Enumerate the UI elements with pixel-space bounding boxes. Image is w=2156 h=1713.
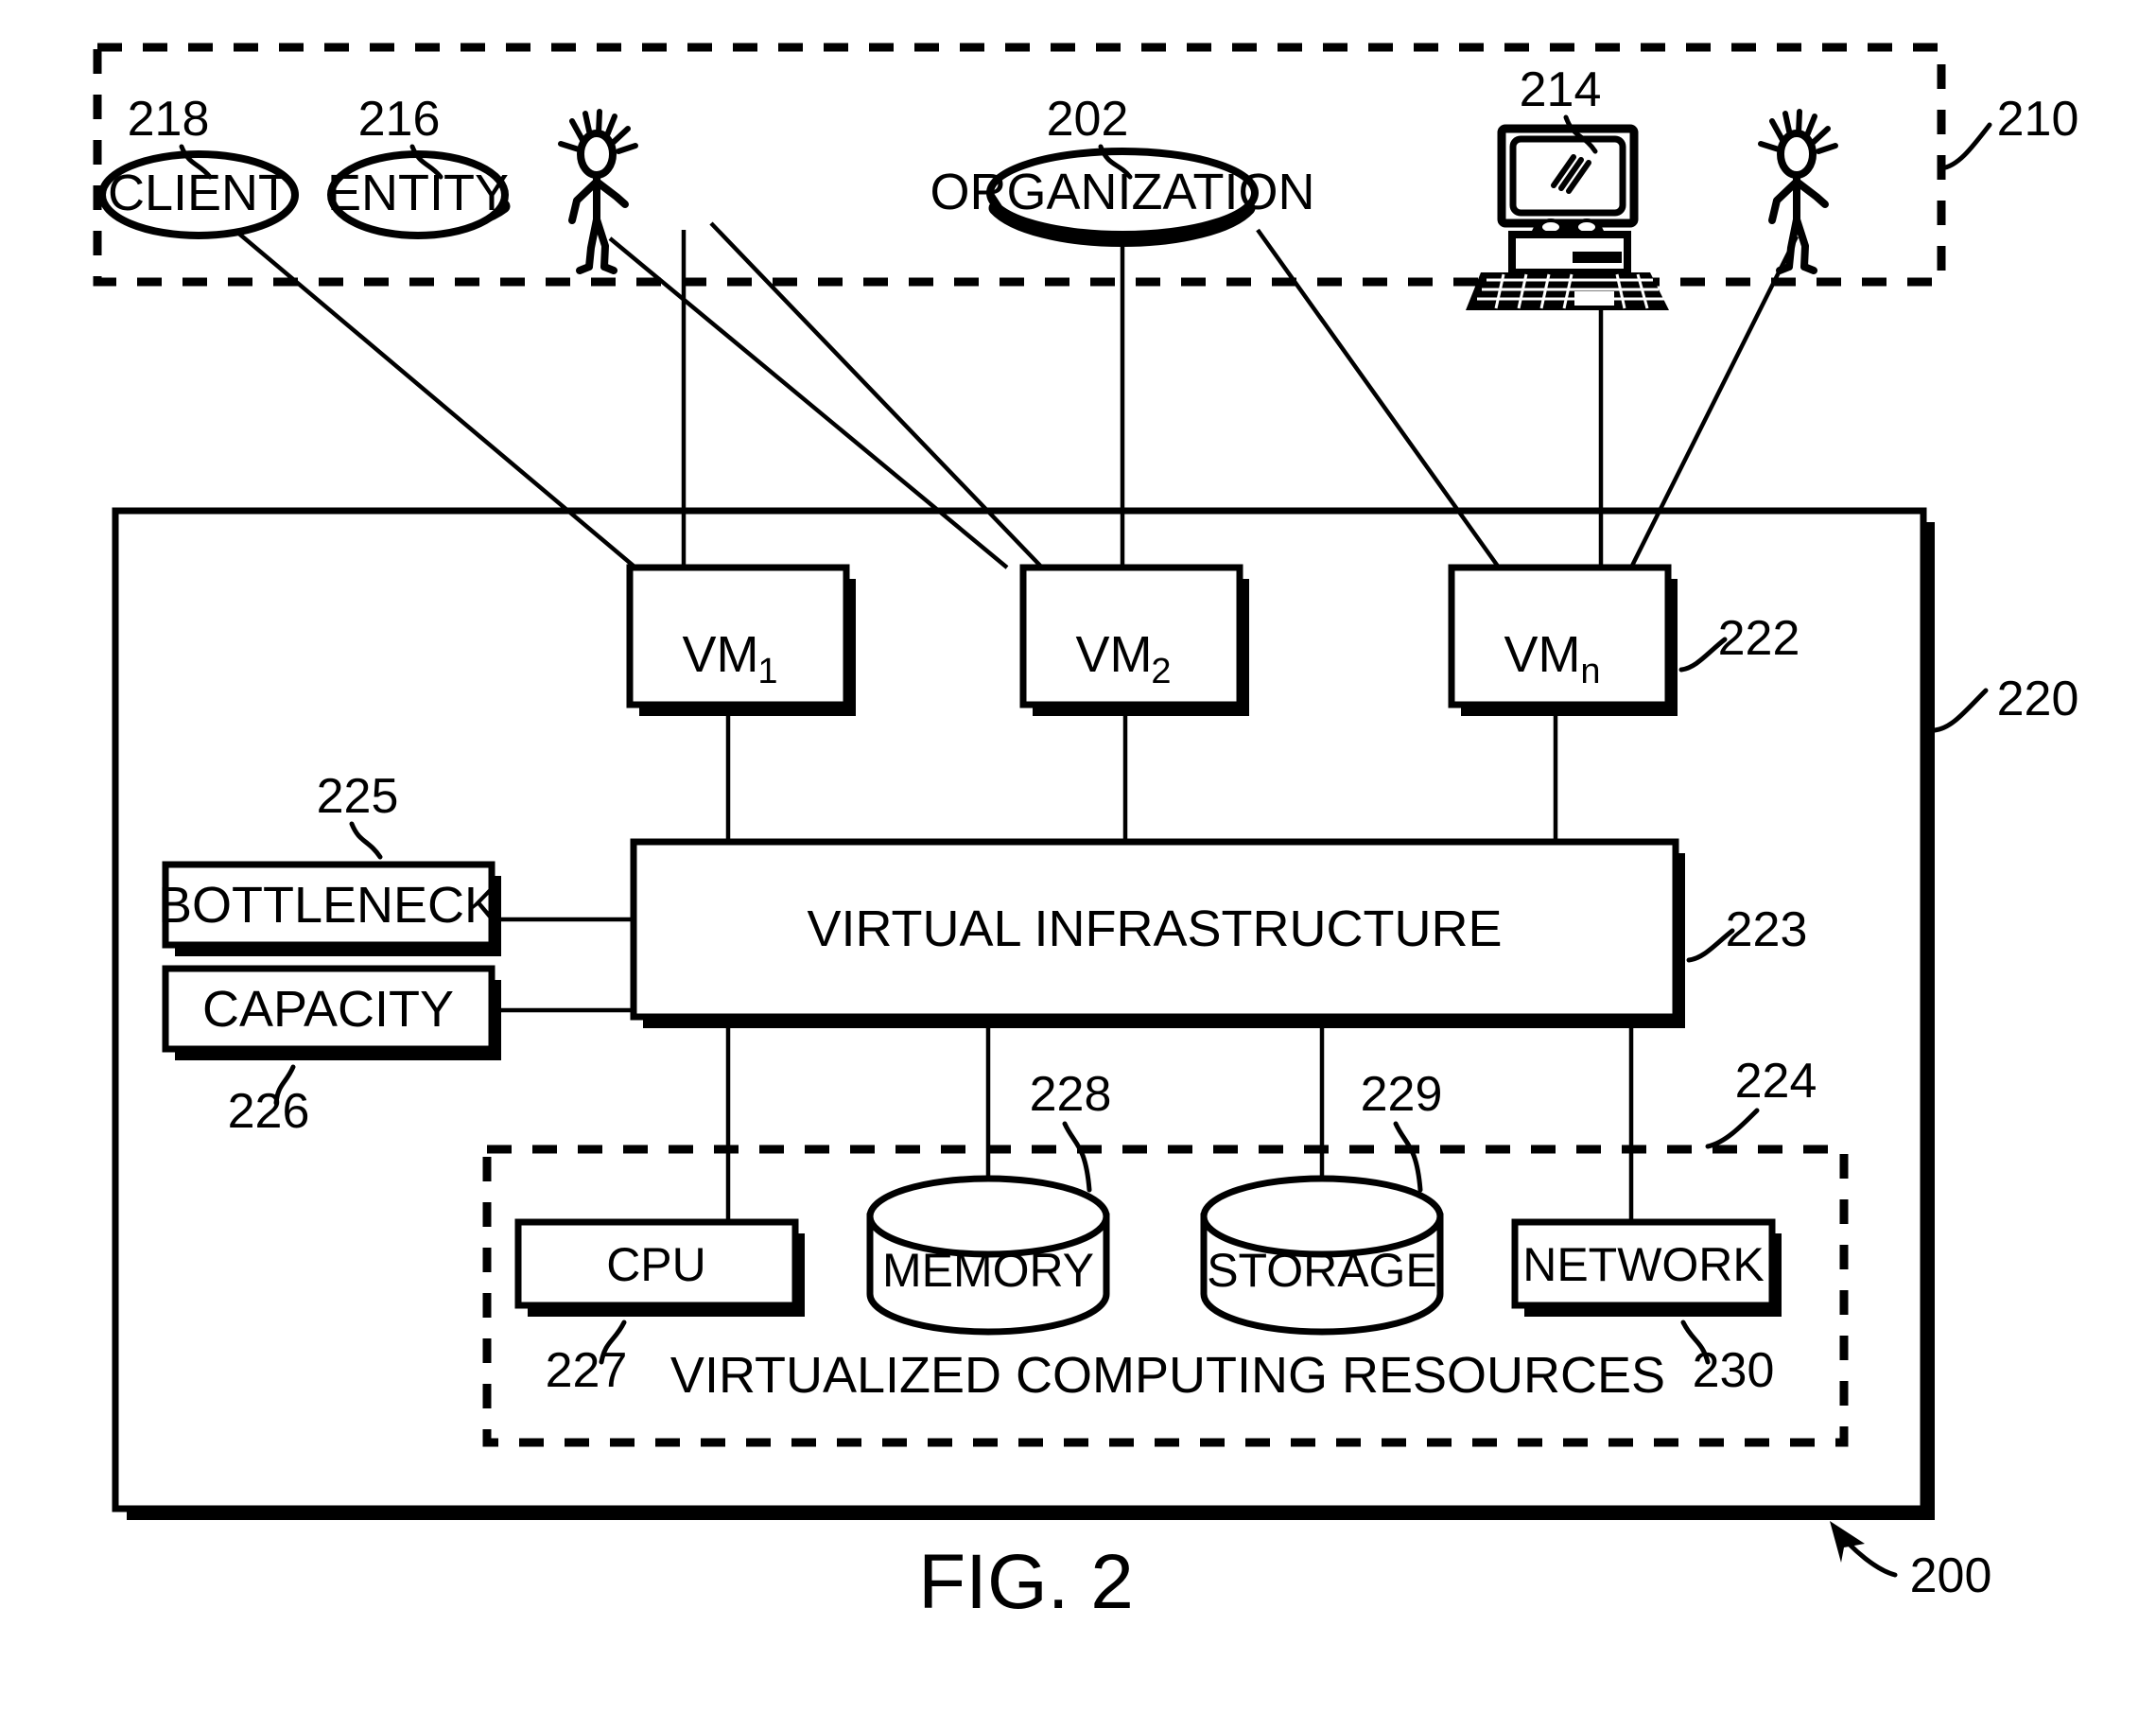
resource-storage[interactable]: STORAGE: [1200, 1175, 1444, 1336]
ref-number-226: 226: [228, 1084, 310, 1139]
node-entity[interactable]: ENTITY: [327, 150, 511, 239]
storage-label: STORAGE: [1207, 1244, 1437, 1297]
vm1-label: VM: [683, 626, 759, 683]
computer-drive-slot: [1573, 252, 1622, 263]
ref-229-group: 229: [1361, 1067, 1443, 1193]
ref-224-group: 224: [1705, 1054, 1817, 1149]
ref-220-group: 220: [1932, 672, 2079, 733]
resources-group-label: VIRTUALIZED COMPUTING RESOURCES: [670, 1347, 1665, 1404]
vm-box-vm2[interactable]: VM 2: [1019, 564, 1249, 716]
ref-228-group: 228: [1030, 1067, 1112, 1193]
client-label: CLIENT: [108, 165, 289, 221]
leader-line-229: [1393, 1121, 1423, 1193]
stick-figure-foot-right-2: [1800, 263, 1817, 274]
memory-cylinder-top: [866, 1175, 1110, 1258]
side-box-bottleneck[interactable]: BOTTLENECK: [158, 861, 501, 956]
stick-figure-head-right: [1777, 130, 1817, 179]
connector-entity-vm2: [709, 221, 1044, 569]
ref-210-group: 210: [1939, 92, 2079, 171]
stick-figure-arm-right-2: [1793, 178, 1829, 208]
stick-figure-arm-left-2: [593, 178, 629, 208]
ref-230-group: 230: [1680, 1320, 1774, 1398]
bottleneck-label: BOTTLENECK: [158, 877, 498, 934]
ref-226-group: 226: [228, 1064, 310, 1139]
infrastructure-label: VIRTUAL INFRASTRUCTURE: [807, 900, 1502, 957]
ref-number-218: 218: [128, 92, 210, 147]
connector-client-vm1: [233, 228, 637, 569]
ref-number-229: 229: [1361, 1067, 1443, 1122]
ref-number-224: 224: [1735, 1054, 1817, 1109]
vm2-sublabel: 2: [1151, 652, 1171, 691]
connector-person-left-vm2: [608, 236, 1009, 569]
side-box-capacity[interactable]: CAPACITY: [162, 965, 501, 1060]
stick-figure-leg-left-2: [593, 216, 609, 271]
vmn-label: VM: [1504, 626, 1581, 683]
system-region-shadow-right: [1923, 522, 1935, 1520]
ref-222-group: 222: [1678, 611, 1800, 673]
desktop-computer-icon[interactable]: [1466, 124, 1669, 310]
ref-number-200: 200: [1910, 1548, 1992, 1603]
leader-line-220: [1932, 688, 1989, 733]
leader-line-228: [1062, 1121, 1092, 1193]
stick-figure-foot-left-1: [576, 263, 593, 274]
stick-figure-head-left: [577, 130, 617, 179]
vm1-sublabel: 1: [757, 652, 777, 691]
ref-number-225: 225: [317, 769, 399, 824]
network-label: NETWORK: [1522, 1238, 1765, 1291]
resource-cpu[interactable]: CPU: [514, 1218, 805, 1317]
ref-223-group: 223: [1686, 902, 1808, 963]
vm-box-vmn[interactable]: VM n: [1448, 564, 1678, 716]
ref-number-220: 220: [1997, 672, 2079, 726]
virtual-infrastructure-bar[interactable]: VIRTUAL INFRASTRUCTURE: [630, 838, 1685, 1028]
leader-line-210: [1939, 122, 1992, 171]
capacity-label: CAPACITY: [202, 981, 454, 1038]
stick-figure-foot-right-1: [1776, 263, 1793, 274]
resource-network[interactable]: NETWORK: [1511, 1218, 1782, 1317]
ref-number-216: 216: [358, 92, 441, 147]
figure-canvas: CLIENT 218 ENTITY 216 ORGANIZATION 202 2…: [93, 43, 2079, 1625]
computer-spacebar: [1574, 291, 1614, 306]
ref-200-group: 200: [1830, 1521, 1991, 1603]
stick-figure-icon-left: [558, 109, 638, 274]
ref-227-group: 227: [546, 1320, 628, 1398]
vmn-sublabel: n: [1580, 652, 1600, 691]
ref-number-227: 227: [546, 1343, 628, 1398]
ref-number-223: 223: [1726, 902, 1808, 957]
leader-line-225: [349, 821, 383, 860]
stick-figure-foot-left-2: [600, 263, 617, 274]
node-organization[interactable]: ORGANIZATION: [930, 148, 1315, 248]
ref-225-group: 225: [317, 769, 399, 860]
cpu-label: CPU: [606, 1238, 706, 1291]
resource-memory[interactable]: MEMORY: [866, 1175, 1110, 1336]
vm-box-vm1[interactable]: VM 1: [626, 564, 856, 716]
stick-figure-leg-right-2: [1793, 216, 1809, 271]
ref-number-202: 202: [1047, 92, 1129, 147]
leader-line-224: [1705, 1108, 1760, 1149]
vm2-label: VM: [1076, 626, 1153, 683]
ref-number-222: 222: [1718, 611, 1800, 666]
stick-figure-icon-right: [1758, 109, 1838, 274]
storage-cylinder-top: [1200, 1175, 1444, 1258]
system-region-shadow-bottom: [127, 1509, 1935, 1520]
figure-caption: FIG. 2: [918, 1539, 1134, 1625]
ref-number-214: 214: [1520, 62, 1602, 117]
memory-label: MEMORY: [882, 1244, 1094, 1297]
patent-figure-2: CLIENT 218 ENTITY 216 ORGANIZATION 202 2…: [0, 0, 2156, 1713]
entity-label: ENTITY: [327, 165, 509, 221]
ref-number-228: 228: [1030, 1067, 1112, 1122]
ref-number-210: 210: [1997, 92, 2079, 147]
